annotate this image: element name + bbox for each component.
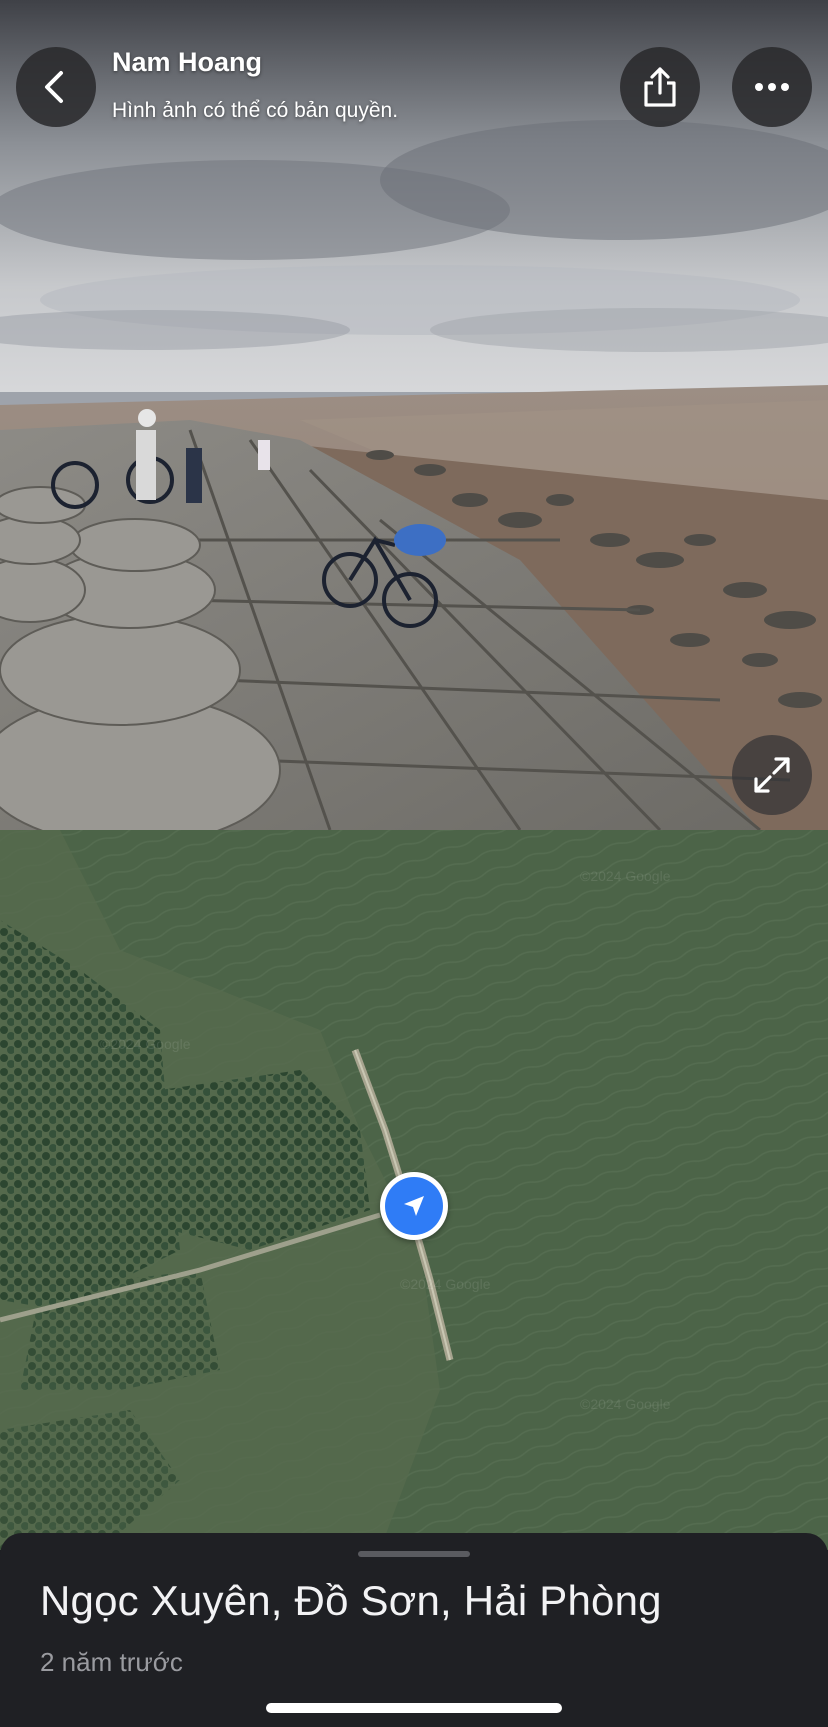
share-button[interactable] xyxy=(620,47,700,127)
photo-author[interactable]: Nam Hoang xyxy=(112,47,262,78)
copyright-note: Hình ảnh có thể có bản quyền. xyxy=(112,99,399,122)
share-icon xyxy=(644,67,676,107)
map-watermark: ©2024 Google xyxy=(400,1276,491,1292)
street-view-photo[interactable]: Nam Hoang Hình ảnh có thể có bản quyền. xyxy=(0,0,828,830)
location-marker[interactable] xyxy=(380,1172,448,1240)
more-horizontal-icon xyxy=(755,83,789,91)
expand-icon xyxy=(754,757,790,793)
chevron-left-icon xyxy=(45,71,63,103)
map-watermark: ©2024 Google xyxy=(580,1396,671,1412)
sheet-drag-handle[interactable] xyxy=(358,1551,470,1557)
map-watermark: ©2024 Google xyxy=(580,868,671,884)
photo-date: 2 năm trước xyxy=(40,1647,183,1677)
place-info-sheet[interactable]: Ngọc Xuyên, Đồ Sơn, Hải Phòng 2 năm trướ… xyxy=(0,1533,828,1727)
map-watermark: ©2024 Google xyxy=(100,1036,191,1052)
navigation-arrow-icon xyxy=(404,1196,424,1216)
expand-button[interactable] xyxy=(732,735,812,815)
photo-top-bar: Nam Hoang Hình ảnh có thể có bản quyền. xyxy=(0,0,828,140)
back-button[interactable] xyxy=(16,47,96,127)
place-title: Ngọc Xuyên, Đồ Sơn, Hải Phòng xyxy=(40,1577,662,1624)
more-options-button[interactable] xyxy=(732,47,812,127)
home-indicator[interactable] xyxy=(266,1703,562,1713)
